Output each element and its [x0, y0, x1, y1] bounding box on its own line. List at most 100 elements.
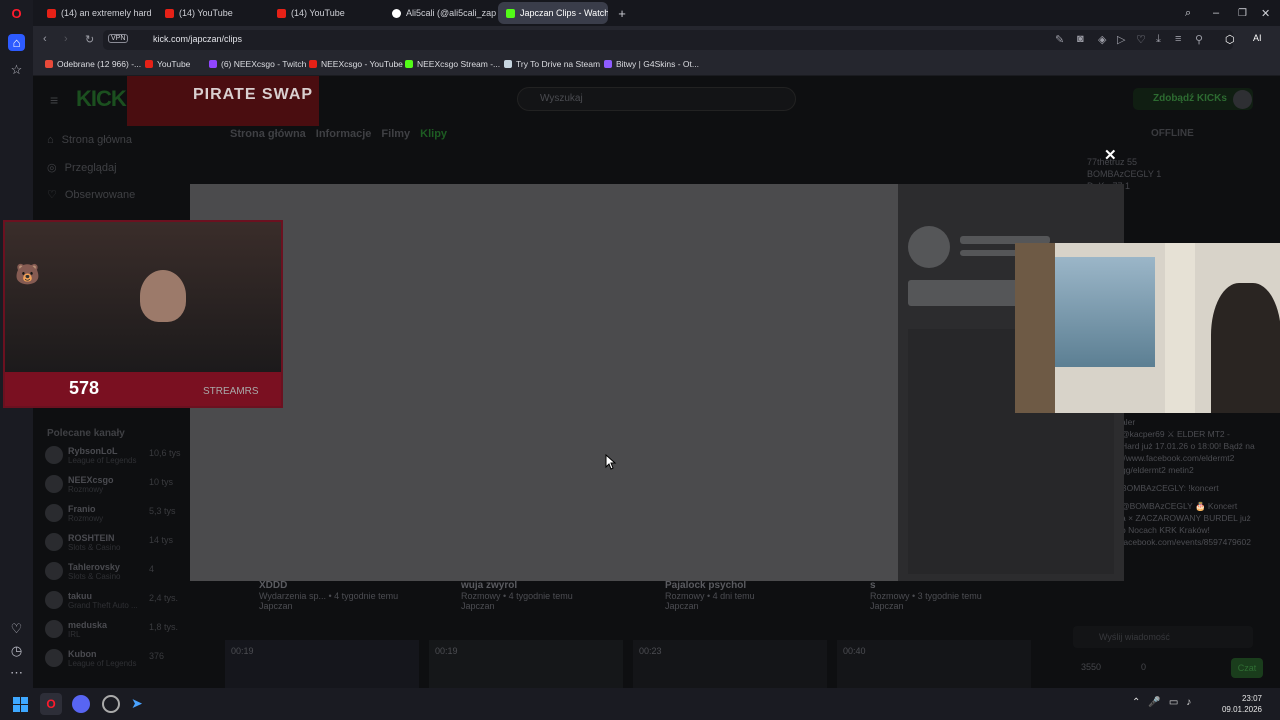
channel-item[interactable]: Franio Rozmowy 5,3 tys	[45, 504, 176, 523]
viewer-count: 5,3 tys	[149, 506, 176, 516]
edit-icon[interactable]: ✎	[1055, 33, 1064, 46]
bookmark-4[interactable]: NEEXcsgo - YouTube	[309, 59, 403, 69]
bookmark-5[interactable]: NEEXcsgo Stream -...	[405, 59, 500, 69]
star-icon[interactable]: ☆	[8, 61, 25, 78]
clip-card[interactable]: XDDD Wydarzenia sp... • 4 tygodnie temu Ja…	[259, 580, 398, 611]
steam-icon[interactable]: ➤	[131, 695, 149, 713]
clip-author: Japczan	[461, 601, 495, 611]
clip-thumbnail[interactable]: 00:19	[225, 640, 419, 688]
g4skins-icon	[604, 60, 612, 68]
bookmark-6[interactable]: Try To Drive na Steam	[504, 59, 600, 69]
clip-card[interactable]: wuja zwyrol Rozmowy • 4 tygodnie temu Japc…	[461, 580, 573, 611]
app-icon[interactable]	[102, 695, 120, 713]
clip-thumbnail[interactable]: 00:23	[633, 640, 827, 688]
ai-button[interactable]: AI	[1253, 33, 1262, 43]
bookmark-1[interactable]: Odebrane (12 966) -...	[45, 59, 141, 69]
history-icon[interactable]: ◷	[8, 642, 25, 659]
channel-item[interactable]: Kubon League of Legends 376	[45, 649, 164, 668]
home-icon: ⌂	[47, 134, 54, 146]
clock-time: 23:07	[1241, 694, 1262, 703]
discord-icon[interactable]	[72, 695, 90, 713]
clip-title: wuja zwyrol	[461, 580, 518, 591]
tab-info[interactable]: Informacje	[316, 128, 372, 140]
nav-label: Strona główna	[61, 134, 132, 146]
search-tabs-icon[interactable]: ⌕	[1185, 2, 1199, 24]
more-icon[interactable]: ⋯	[8, 664, 25, 681]
bookmark-2[interactable]: YouTube	[145, 59, 190, 69]
tab-label: (14) YouTube	[179, 8, 233, 18]
channel-item[interactable]: ROSHTEIN Slots & Casino 14 tys	[45, 533, 173, 552]
heart-icon[interactable]: ♡	[8, 620, 25, 637]
nav-label: Przeglądaj	[64, 161, 117, 174]
forward-icon[interactable]: ›	[64, 33, 68, 45]
tab-5-active[interactable]: Japczan Clips - Watch Live	[498, 2, 608, 24]
chat-input[interactable]: Wyślij wiadomość	[1073, 626, 1253, 648]
bookmark-label: Odebrane (12 966) -...	[57, 59, 142, 69]
system-tray-icons[interactable]: ⌃🎤▭♪	[1132, 697, 1199, 708]
tab-label: Ali5cali (@ali5cali_zapaso	[406, 8, 496, 18]
hamburger-icon[interactable]: ≡	[50, 92, 58, 108]
channel-item[interactable]: RybsonLoL League of Legends 10,6 tys	[45, 446, 181, 465]
tab-3[interactable]: (14) YouTube	[269, 2, 381, 24]
maximize-icon[interactable]: ❐	[1238, 2, 1252, 24]
opera-taskbar-icon[interactable]: O	[40, 693, 62, 715]
clip-card[interactable]: s Rozmowy • 3 tygodnie temu Japczan	[870, 580, 982, 611]
kick-logo[interactable]: KICK	[76, 86, 127, 112]
shield-icon[interactable]: ◈	[1098, 33, 1106, 46]
channel-item[interactable]: Tahlerovsky Slots & Casino 4	[45, 562, 154, 581]
nav-browse[interactable]: ◎ Przeglądaj	[47, 161, 117, 175]
cam-label: STREAMRS	[203, 386, 259, 397]
nav-home[interactable]: ⌂ Strona główna	[47, 134, 132, 146]
tab-1[interactable]: (14) an extremely hard ga	[39, 2, 153, 24]
camera-icon[interactable]: ◙	[1077, 33, 1084, 45]
clock[interactable]: 23:07 09.01.2026	[1222, 693, 1262, 715]
new-tab-button[interactable]: +	[613, 2, 631, 24]
play-icon[interactable]: ▷	[1117, 33, 1125, 46]
windows-start-icon[interactable]	[13, 697, 28, 712]
account-icon[interactable]: ⚲	[1195, 33, 1203, 46]
clip-card[interactable]: Pajalock psychol Rozmowy • 4 dni temu Japc…	[665, 580, 755, 611]
tab-videos[interactable]: Filmy	[381, 128, 410, 140]
heart-icon[interactable]: ♡	[1136, 33, 1146, 46]
tab-2[interactable]: (14) YouTube	[157, 2, 267, 24]
search-input[interactable]: Wyszukaj	[517, 87, 796, 111]
vpn-badge[interactable]: VPN	[108, 34, 129, 43]
channel-item[interactable]: NEEXcsgo Rozmowy 10 tys	[45, 475, 173, 494]
bookmark-3[interactable]: (6) NEEXcsgo - Twitch	[209, 59, 306, 69]
tab-4[interactable]: Ali5cali (@ali5cali_zapaso	[384, 2, 496, 24]
chat-line: Hard już 17.01.26 o 18:00! Bądź na	[1121, 441, 1255, 451]
avatar	[45, 591, 63, 609]
clip-thumbnail[interactable]: 00:40	[837, 640, 1031, 688]
tab-clips[interactable]: Klipy	[420, 128, 447, 140]
nav-following[interactable]: ♡ Obserwowane	[47, 188, 135, 202]
bookmark-7[interactable]: Bitwy | G4Skins - Ot...	[604, 59, 699, 69]
clip-thumbnail[interactable]: 00:19	[429, 640, 623, 688]
reload-icon[interactable]: ↻	[85, 33, 94, 46]
download-icon[interactable]: ⤓	[1156, 33, 1161, 46]
chat-send-button[interactable]: Czat	[1231, 658, 1263, 678]
channel-item[interactable]: takuu Grand Theft Auto ... 2,4 tys.	[45, 591, 178, 610]
wall	[1015, 243, 1055, 413]
tab-home[interactable]: Strona główna	[230, 128, 306, 140]
clip-title: Pajalock psychol	[665, 580, 747, 591]
pirate-swap-banner[interactable]: PIRATE SWAP	[127, 76, 319, 126]
channel-category: Grand Theft Auto ...	[68, 601, 138, 610]
close-icon[interactable]: ✕	[1104, 146, 1117, 164]
channel-item[interactable]: meduska IRL 1,8 tys.	[45, 620, 178, 639]
url-text[interactable]: kick.com/japczan/clips	[153, 34, 242, 44]
opera-logo-icon[interactable]: O	[8, 5, 25, 22]
minimize-icon[interactable]: –	[1213, 2, 1227, 24]
chat-line: facebook.com/events/8597479602	[1121, 537, 1251, 547]
extensions-icon[interactable]: ⬡	[1225, 33, 1235, 46]
compass-icon: ◎	[47, 162, 57, 174]
viewer-count: 1,8 tys.	[149, 622, 179, 632]
channel-category: League of Legends	[68, 659, 137, 668]
clip-modal-player[interactable]	[190, 184, 898, 581]
points-balance: 0	[1141, 662, 1147, 672]
avatar[interactable]	[1233, 90, 1252, 109]
home-icon[interactable]: ⌂	[8, 34, 25, 51]
curtain	[1165, 243, 1195, 413]
close-window-icon[interactable]: ✕	[1261, 2, 1275, 24]
back-icon[interactable]: ‹	[43, 33, 47, 45]
menu-icon[interactable]: ≡	[1175, 33, 1181, 45]
